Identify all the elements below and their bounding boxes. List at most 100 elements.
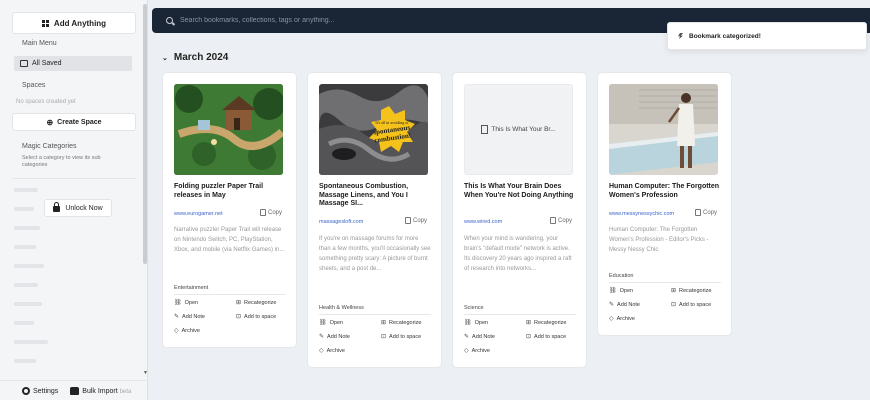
archive-icon: ◇ xyxy=(319,348,324,354)
gear-icon xyxy=(22,386,30,395)
card-domain-link[interactable]: www.eurogamer.net xyxy=(174,211,223,217)
locked-category xyxy=(14,226,40,230)
spaces-label: Spaces xyxy=(22,82,46,89)
add-note-button[interactable]: ✎ Add Note xyxy=(174,313,205,321)
recategorize-button[interactable]: ⊞ Recategorize xyxy=(381,319,421,327)
archive-button[interactable]: ◇ Archive xyxy=(464,347,490,355)
add-anything-label: Add Anything xyxy=(53,18,107,28)
bookmark-card[interactable]: Folding puzzler Paper Trail releases in … xyxy=(162,72,297,348)
card-description: If you're on massage forums for more tha… xyxy=(319,236,431,272)
card-title[interactable]: Folding puzzler Paper Trail releases in … xyxy=(174,183,289,200)
settings-label: Settings xyxy=(33,387,59,395)
copy-button[interactable]: Copy xyxy=(260,209,282,216)
placeholder-title: This Is What Your Br... xyxy=(491,126,556,133)
archive-label: Archive xyxy=(471,347,490,354)
archive-label: Archive xyxy=(181,327,200,334)
search-input[interactable] xyxy=(180,17,580,24)
copy-label: Copy xyxy=(268,209,283,216)
add-note-button[interactable]: ✎ Add Note xyxy=(319,333,350,341)
card-title[interactable]: Spontaneous Combustion, Massage Linens, … xyxy=(319,183,434,209)
card-description: When your mind is wandering, your brain'… xyxy=(464,236,572,272)
bookmark-card[interactable]: It's all in avoiding of spontaneous comb… xyxy=(307,72,442,368)
copy-label: Copy xyxy=(558,217,573,224)
copy-label: Copy xyxy=(703,209,718,216)
add-note-button[interactable]: ✎ Add Note xyxy=(464,333,495,341)
create-space-button[interactable]: ⊕ Create Space xyxy=(12,113,136,131)
link-icon: ⛓ xyxy=(319,320,327,326)
plus-circle-icon: ⊕ xyxy=(46,117,54,127)
copy-icon xyxy=(695,209,701,216)
copy-button[interactable]: Copy xyxy=(405,217,427,224)
magic-categories-hint: Select a category to view its sub catego… xyxy=(22,155,101,168)
open-button[interactable]: ⛓ Open xyxy=(464,319,488,327)
copy-icon xyxy=(405,217,411,224)
card-domain-link[interactable]: massagesloft.com xyxy=(319,219,363,225)
sidebar-item-label: All Saved xyxy=(32,60,62,67)
locked-category xyxy=(14,321,34,325)
card-title[interactable]: This Is What Your Brain Does When You're… xyxy=(464,183,579,200)
no-spaces-text: No spaces created yet xyxy=(16,99,76,105)
settings-button[interactable]: Settings xyxy=(22,386,59,395)
card-domain-link[interactable]: www.messynessychic.com xyxy=(609,211,674,217)
copy-button[interactable]: Copy xyxy=(695,209,717,216)
archive-button[interactable]: ◇ Archive xyxy=(174,327,200,335)
copy-button[interactable]: Copy xyxy=(550,217,572,224)
locked-category xyxy=(14,359,36,363)
add-to-space-label: Add to space xyxy=(534,333,567,340)
add-note-label: Add Note xyxy=(182,313,205,320)
card-thumbnail xyxy=(174,84,283,175)
grid-plus-icon: ⊞ xyxy=(381,320,387,326)
pencil-icon: ✎ xyxy=(609,302,615,308)
locked-category xyxy=(14,188,38,192)
category-tag[interactable]: Entertainment xyxy=(174,285,208,291)
scroll-down-icon[interactable]: ▼ xyxy=(143,370,148,376)
archive-button[interactable]: ◇ Archive xyxy=(319,347,345,355)
add-to-space-button[interactable]: ⊡ Add to space xyxy=(381,333,422,341)
add-note-button[interactable]: ✎ Add Note xyxy=(609,301,640,309)
open-button[interactable]: ⛓ Open xyxy=(609,287,633,295)
bookmark-icon xyxy=(481,125,489,134)
divider xyxy=(174,294,286,295)
create-space-label: Create Space xyxy=(57,118,102,126)
add-anything-button[interactable]: Add Anything xyxy=(12,12,136,34)
sidebar-item-all-saved[interactable]: All Saved xyxy=(14,56,132,71)
archive-icon: ◇ xyxy=(464,348,469,354)
folder-plus-icon: ⊡ xyxy=(236,314,242,320)
bookmark-card[interactable]: Human Computer: The Forgotten Women's Pr… xyxy=(597,72,732,336)
add-to-space-button[interactable]: ⊡ Add to space xyxy=(236,313,277,321)
chevron-down-icon: ⌄ xyxy=(162,54,168,62)
category-tag[interactable]: Science xyxy=(464,305,484,311)
recategorize-label: Recategorize xyxy=(534,319,567,326)
folder-plus-icon: ⊡ xyxy=(381,334,387,340)
add-to-space-label: Add to space xyxy=(389,333,422,340)
bulk-import-label: Bulk Import xyxy=(82,387,118,395)
sidebar-scrollbar[interactable] xyxy=(143,4,147,264)
archive-button[interactable]: ◇ Archive xyxy=(609,315,635,323)
category-tag[interactable]: Education xyxy=(609,273,633,279)
card-title[interactable]: Human Computer: The Forgotten Women's Pr… xyxy=(609,183,724,200)
add-to-space-button[interactable]: ⊡ Add to space xyxy=(671,301,711,309)
add-to-space-label: Add to space xyxy=(244,313,277,320)
add-to-space-button[interactable]: ⊡ Add to space xyxy=(526,333,567,341)
locked-category xyxy=(14,302,42,306)
recategorize-button[interactable]: ⊞ Recategorize xyxy=(526,319,567,327)
bulk-import-button[interactable]: Bulk Import beta xyxy=(70,386,131,395)
folder-plus-icon: ⊡ xyxy=(671,302,677,308)
bookmark-card[interactable]: This Is What Your Br... This Is What You… xyxy=(452,72,587,368)
grid-icon xyxy=(41,19,49,27)
unlock-now-button[interactable]: Unlock Now xyxy=(44,199,112,217)
category-tag[interactable]: Health & Wellness xyxy=(319,305,364,311)
recategorize-button[interactable]: ⊞ Recategorize xyxy=(236,299,276,307)
bookmark-box-icon xyxy=(20,60,28,67)
card-thumbnail xyxy=(609,84,718,175)
section-header[interactable]: ⌄ March 2024 xyxy=(162,52,228,63)
open-button[interactable]: ⛓ Open xyxy=(319,319,343,327)
recategorize-button[interactable]: ⊞ Recategorize xyxy=(671,287,711,295)
open-button[interactable]: ⛓ Open xyxy=(174,299,198,307)
sidebar: Add Anything Main Menu All Saved Spaces … xyxy=(0,0,148,400)
section-title: March 2024 xyxy=(173,52,229,63)
card-description: Human Computer: The Forgotten Women's Pr… xyxy=(609,227,709,253)
card-domain-link[interactable]: www.wired.com xyxy=(464,219,502,225)
toast-notification: Bookmark categorized! xyxy=(667,22,867,50)
archive-label: Archive xyxy=(616,315,635,322)
